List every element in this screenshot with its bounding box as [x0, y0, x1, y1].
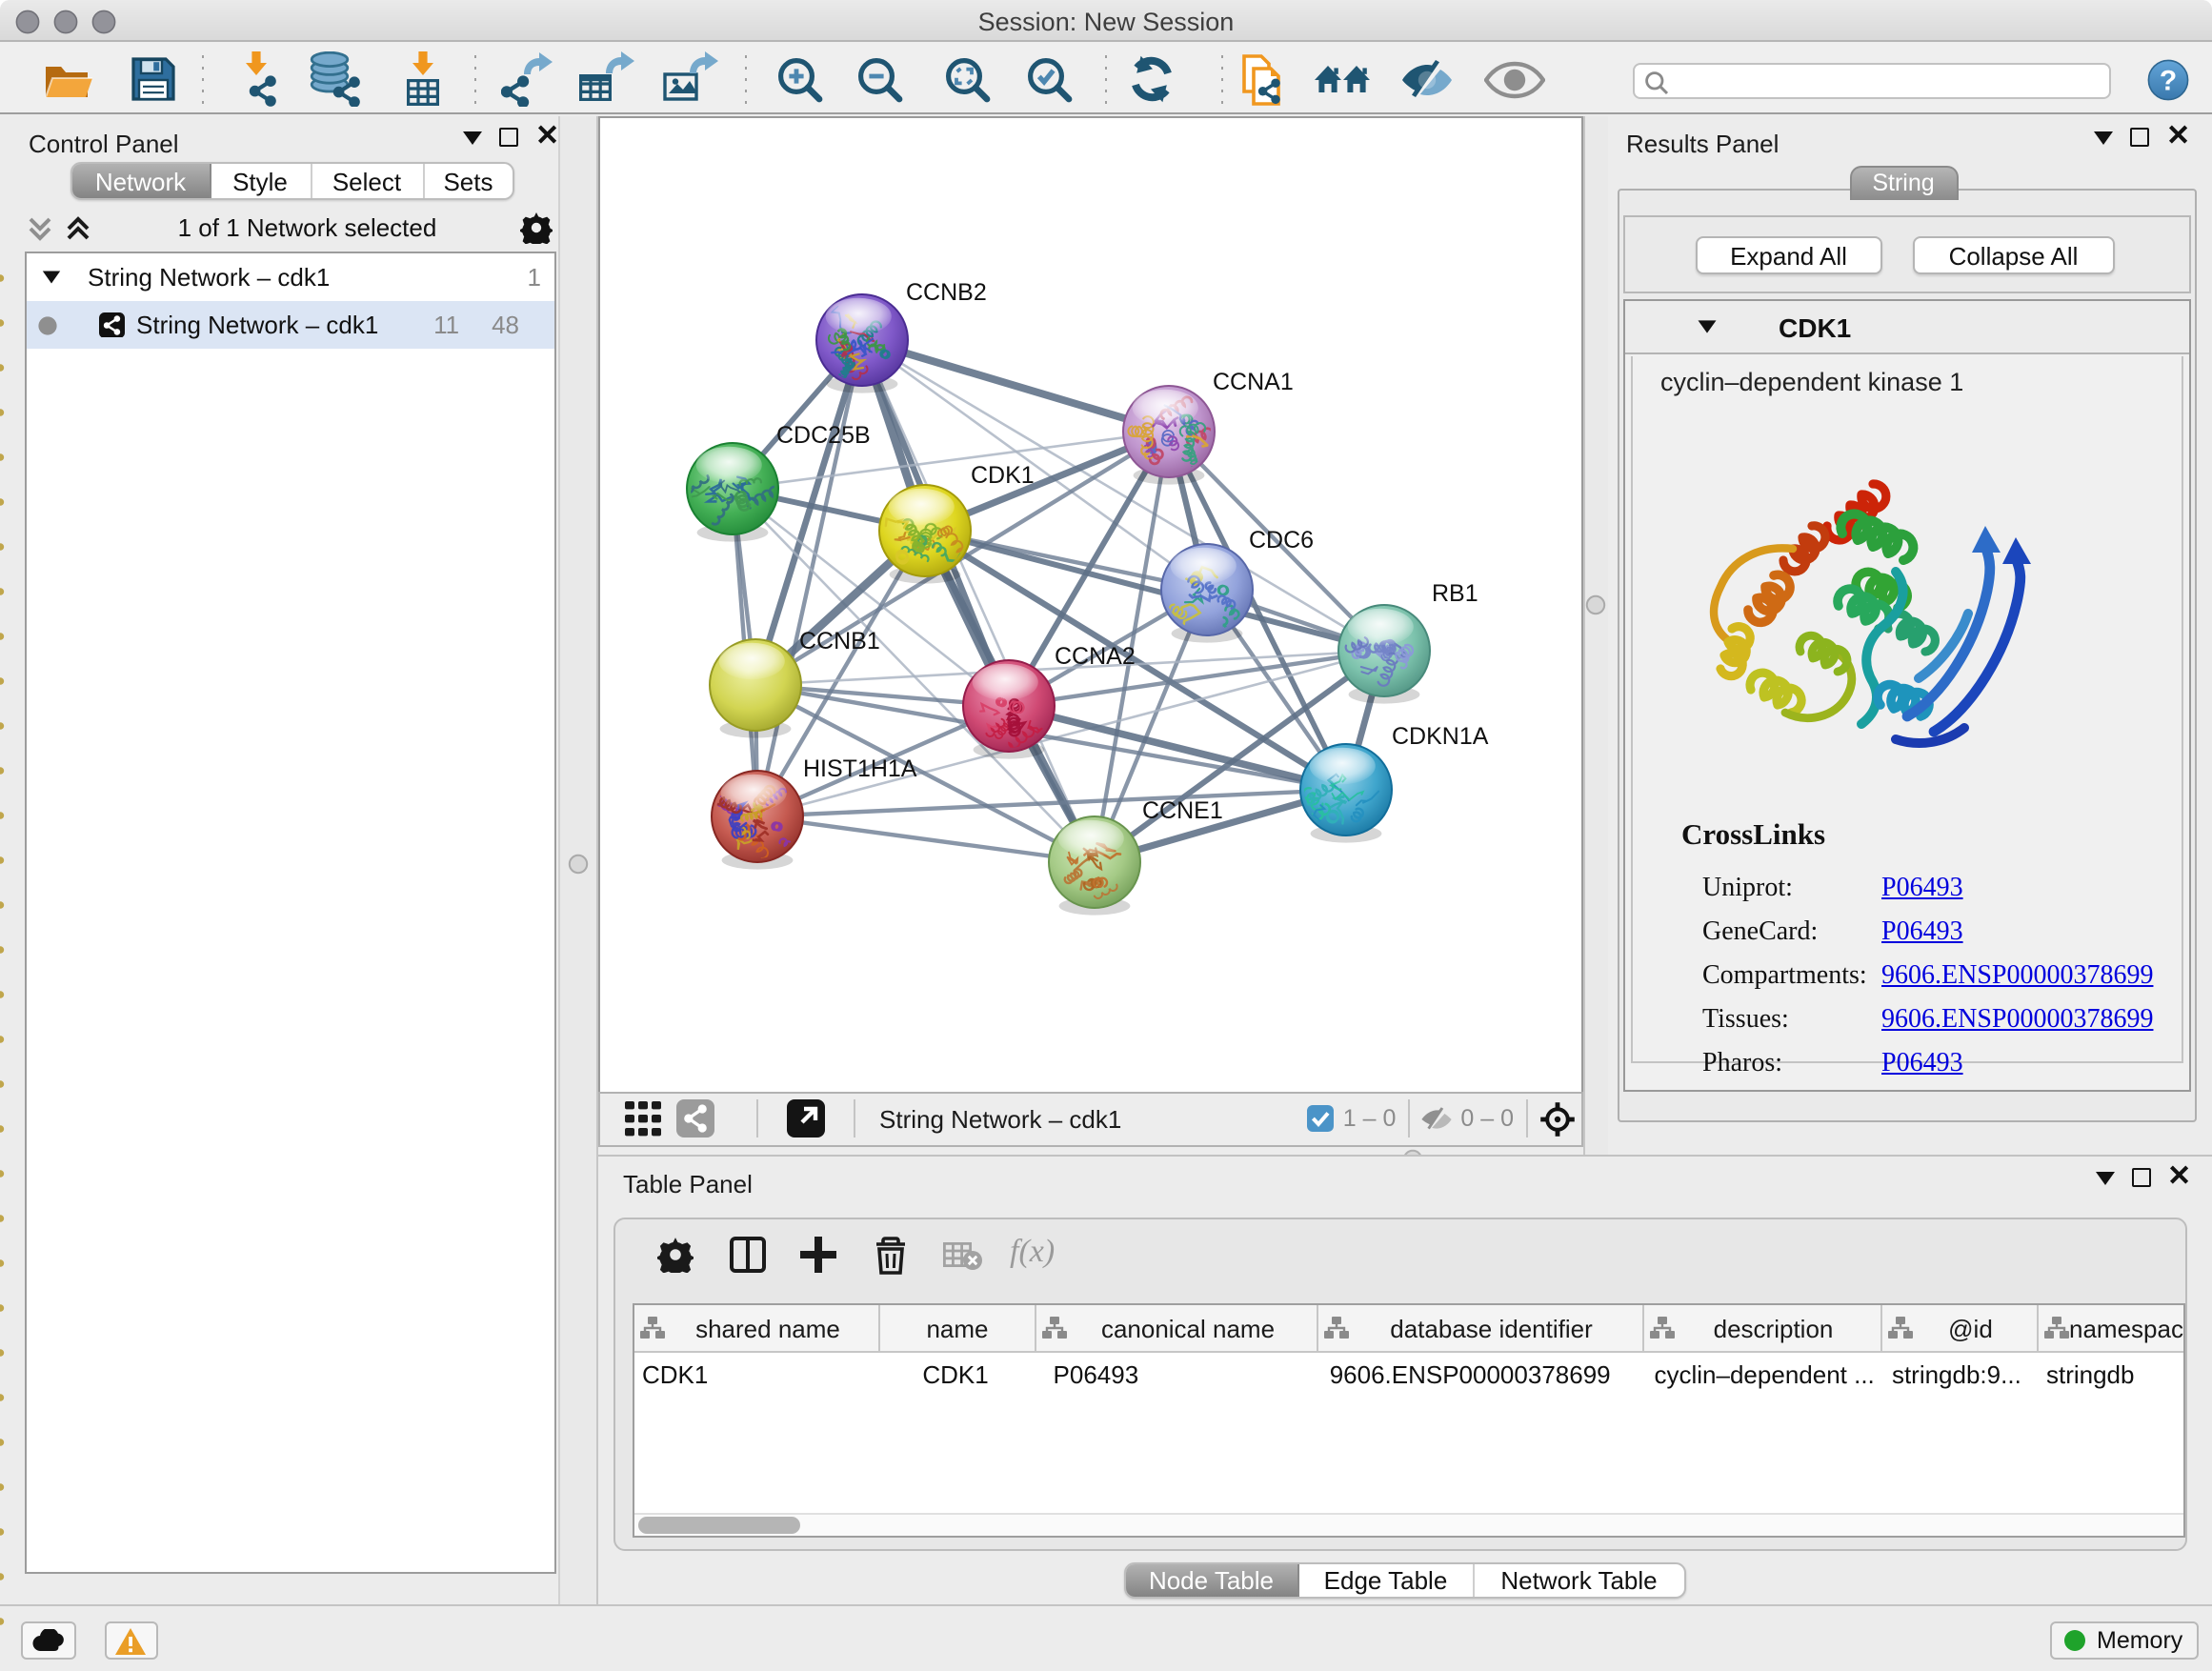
svg-text:CCNE1: CCNE1	[1141, 796, 1222, 823]
svg-text:?: ?	[2159, 64, 2176, 95]
svg-text:CDKN1A: CDKN1A	[1391, 722, 1488, 749]
svg-text:CCNA1: CCNA1	[1212, 368, 1293, 394]
svg-text:CDK1: CDK1	[970, 461, 1034, 488]
svg-text:CCNB1: CCNB1	[798, 627, 879, 654]
svg-text:CDC25B: CDC25B	[775, 421, 870, 448]
svg-text:HIST1H1A: HIST1H1A	[802, 755, 916, 781]
svg-text:RB1: RB1	[1431, 579, 1478, 606]
svg-text:CCNA2: CCNA2	[1054, 642, 1135, 669]
svg-text:CDC6: CDC6	[1248, 526, 1313, 553]
svg-text:CCNB2: CCNB2	[905, 278, 986, 305]
